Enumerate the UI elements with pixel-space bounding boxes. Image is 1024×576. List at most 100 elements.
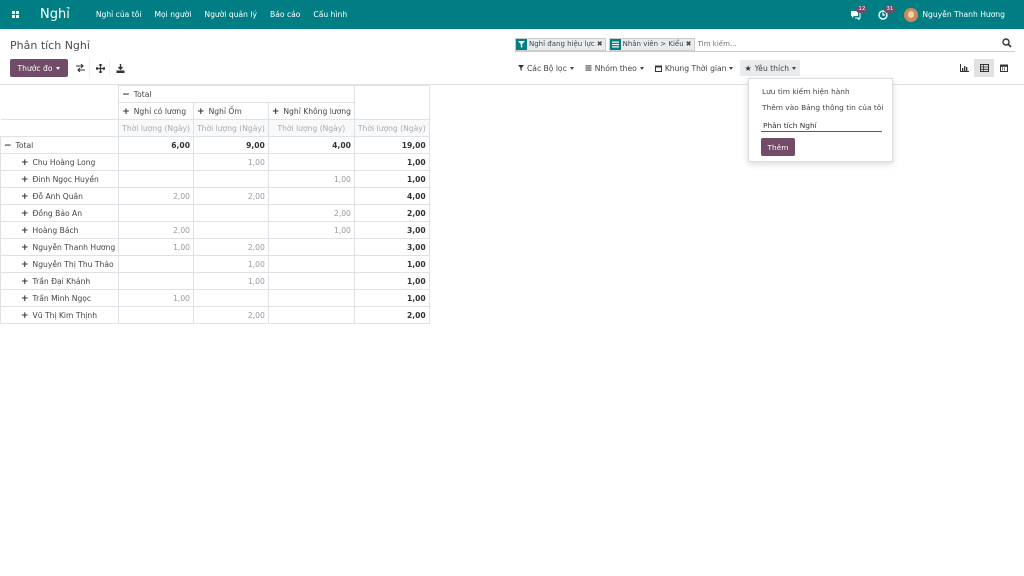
pivot-cell[interactable]: 1,00 — [353, 255, 430, 273]
pivot-cell[interactable]: 1,00 — [353, 153, 430, 171]
pivot-cell[interactable]: 2,00 — [118, 221, 195, 239]
pivot-cell[interactable]: 2,00 — [353, 306, 430, 324]
pivot-cell[interactable] — [118, 306, 195, 324]
pivot-cell[interactable]: 1,00 — [193, 153, 269, 171]
row-header[interactable]: + Chu Hoàng Long — [0, 153, 120, 171]
menu-item-reporting[interactable]: Báo cáo — [270, 10, 300, 19]
pivot-cell[interactable]: 1,00 — [353, 170, 430, 188]
table-icon — [979, 64, 989, 72]
measure-header[interactable]: Thời lượng (Ngày) — [353, 119, 430, 137]
pivot-view-button[interactable] — [974, 59, 994, 77]
row-header[interactable]: + Đỗ Anh Quân — [0, 187, 120, 205]
col-header-paid[interactable]: + Nghỉ có lương — [118, 102, 195, 120]
pivot-cell[interactable]: 4,00 — [353, 187, 430, 205]
row-header[interactable]: + Nguyễn Thị Thu Thảo — [0, 255, 120, 273]
add-button[interactable]: Thêm — [761, 138, 795, 156]
apps-menu-icon[interactable] — [0, 0, 30, 29]
menu-item-everyone[interactable]: Mọi người — [154, 10, 191, 19]
favorites-dropdown-button[interactable]: ★ Yêu thích — [740, 60, 801, 76]
pivot-cell[interactable] — [193, 221, 269, 239]
pivot-cell[interactable]: 6,00 — [118, 136, 195, 154]
measures-button[interactable]: Thước đo — [10, 59, 68, 77]
pivot-cell[interactable]: 19,00 — [353, 136, 430, 154]
pivot-cell[interactable] — [267, 238, 355, 256]
remove-facet-icon[interactable]: ✖ — [686, 39, 694, 50]
pivot-cell[interactable]: 2,00 — [193, 306, 269, 324]
measure-header[interactable]: Thời lượng (Ngày) — [118, 119, 195, 137]
save-current-search-item[interactable]: Lưu tìm kiếm hiện hành — [762, 87, 850, 96]
pivot-cell[interactable]: 2,00 — [267, 204, 355, 222]
favorites-dropdown: Lưu tìm kiếm hiện hành Thêm vào Bảng thô… — [748, 78, 893, 162]
graph-view-button[interactable] — [954, 59, 974, 77]
add-to-dashboard-item[interactable]: Thêm vào Bảng thông tin của tôi — [762, 103, 883, 112]
pivot-cell[interactable]: 2,00 — [193, 238, 269, 256]
row-header[interactable]: + Trần Minh Ngọc — [0, 289, 120, 307]
pivot-cell[interactable]: 1,00 — [353, 289, 430, 307]
pivot-cell[interactable] — [193, 204, 269, 222]
user-avatar[interactable] — [904, 7, 919, 22]
pivot-cell[interactable]: 2,00 — [193, 187, 269, 205]
pivot-cell[interactable]: 2,00 — [118, 187, 195, 205]
pivot-cell[interactable] — [118, 153, 195, 171]
col-header-total[interactable]: − Total — [118, 85, 355, 103]
menu-item-my-time-off[interactable]: Nghỉ của tôi — [96, 10, 142, 19]
pivot-cell[interactable] — [193, 289, 269, 307]
row-header[interactable]: + Trần Đại Khánh — [0, 272, 120, 290]
pivot-cell[interactable] — [118, 170, 195, 188]
pivot-cell[interactable]: 4,00 — [267, 136, 355, 154]
pivot-cell[interactable] — [267, 272, 355, 290]
search-input[interactable] — [697, 40, 978, 48]
pivot-cell[interactable]: 3,00 — [353, 221, 430, 239]
pivot-cell[interactable]: 1,00 — [267, 170, 355, 188]
menu-item-configuration[interactable]: Cấu hình — [313, 10, 347, 19]
user-name[interactable]: Nguyễn Thanh Hương — [922, 10, 1005, 19]
activities-icon[interactable]: 31 — [876, 5, 896, 22]
pivot-cell[interactable]: 1,00 — [353, 272, 430, 290]
row-header[interactable]: + Đinh Ngọc Huyền — [0, 170, 120, 188]
filters-dropdown-button[interactable]: Các Bộ lọc — [514, 60, 578, 76]
table-row: + Vũ Thị Kim Thịnh 2,00 2,00 — [0, 306, 430, 324]
pivot-cell[interactable] — [118, 204, 195, 222]
app-brand[interactable]: Nghỉ — [40, 7, 70, 22]
col-header-sick[interactable]: + Nghỉ Ốm — [193, 102, 269, 120]
pivot-cell[interactable]: 1,00 — [193, 255, 269, 273]
search-options: Các Bộ lọc Nhóm theo Khung Thời gian ★ Y… — [514, 60, 801, 76]
calendar-view-button[interactable] — [994, 59, 1014, 77]
flip-axis-button[interactable] — [71, 59, 90, 77]
pivot-cell[interactable] — [267, 153, 355, 171]
pivot-cell[interactable] — [118, 272, 195, 290]
row-header-label: Vũ Thị Kim Thịnh — [32, 310, 98, 320]
pivot-cell[interactable]: 1,00 — [118, 289, 195, 307]
row-header[interactable]: + Vũ Thị Kim Thịnh — [0, 306, 120, 324]
search-icon[interactable] — [1002, 38, 1013, 49]
measure-header[interactable]: Thời lượng (Ngày) — [193, 119, 269, 137]
pivot-cell[interactable]: 9,00 — [193, 136, 269, 154]
messages-icon[interactable]: 12 — [848, 5, 868, 22]
pivot-cell[interactable]: 3,00 — [353, 238, 430, 256]
pivot-cell[interactable]: 1,00 — [118, 238, 195, 256]
row-header-total[interactable]: − Total — [0, 136, 120, 154]
pivot-cell[interactable] — [267, 187, 355, 205]
row-header[interactable]: + Nguyễn Thanh Hương — [0, 238, 120, 256]
chevron-down-icon — [729, 66, 734, 70]
expand-all-button[interactable] — [91, 59, 110, 77]
pivot-cell[interactable]: 2,00 — [353, 204, 430, 222]
pivot-cell[interactable] — [193, 170, 269, 188]
pivot-cell[interactable] — [267, 306, 355, 324]
timeframe-dropdown-button[interactable]: Khung Thời gian — [651, 60, 738, 76]
measure-header[interactable]: Thời lượng (Ngày) — [267, 119, 355, 137]
menu-item-manager[interactable]: Người quản lý — [204, 10, 257, 19]
col-header-unpaid[interactable]: + Nghỉ Không lương — [267, 102, 355, 120]
row-header[interactable]: + Hoàng Bách — [0, 221, 120, 239]
groupby-dropdown-button[interactable]: Nhóm theo — [581, 60, 648, 76]
download-button[interactable] — [111, 59, 130, 77]
remove-facet-icon[interactable]: ✖ — [597, 39, 605, 50]
pivot-cell[interactable] — [118, 255, 195, 273]
pivot-cell[interactable]: 1,00 — [267, 221, 355, 239]
table-row: + Nguyễn Thanh Hương 1,00 2,00 3,00 — [0, 238, 430, 256]
pivot-cell[interactable] — [267, 289, 355, 307]
pivot-cell[interactable] — [267, 255, 355, 273]
pivot-cell[interactable]: 1,00 — [193, 272, 269, 290]
row-header[interactable]: + Đồng Bảo An — [0, 204, 120, 222]
dashboard-name-input[interactable] — [761, 119, 882, 132]
